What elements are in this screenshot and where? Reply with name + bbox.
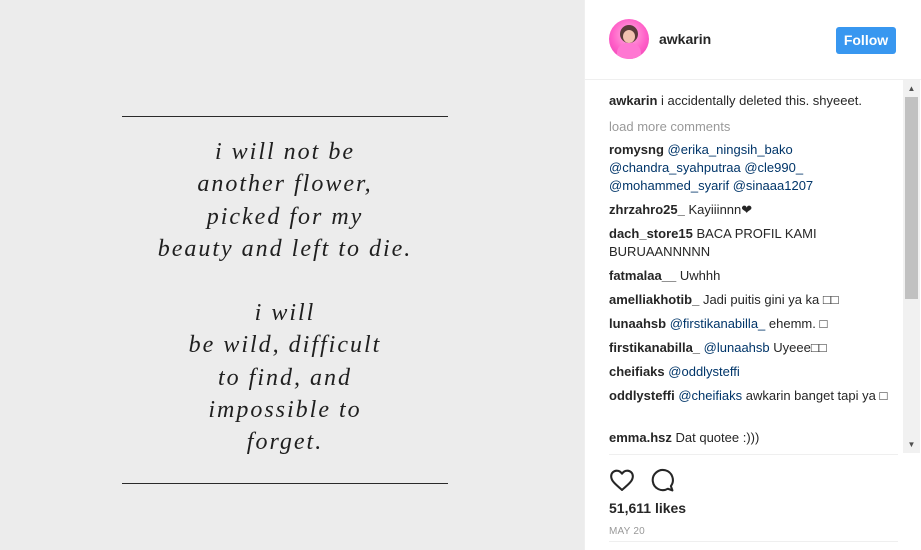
- post-side-panel: awkarin Follow awkarin i accidentally de…: [584, 0, 921, 550]
- quote-line: i will not be: [215, 139, 355, 165]
- quote-line: another flower,: [197, 171, 373, 198]
- stanza-gap: [100, 265, 470, 297]
- comment-item: romysng @erika_ningsih_bako @chandra_sya…: [609, 141, 897, 195]
- comment-item: emma.hsz Dat quotee :))): [609, 429, 897, 447]
- comment-text: awkarin banget tapi ya □: [745, 388, 888, 403]
- comment-item: fatmalaa__ Uwhhh: [609, 267, 897, 285]
- quote-line: i will: [254, 300, 316, 327]
- avatar-body: [617, 43, 641, 59]
- arrow-down-icon[interactable]: ▼: [903, 436, 920, 453]
- comment-username[interactable]: cheifiaks: [609, 364, 665, 379]
- comment-mention[interactable]: @oddlysteffi: [668, 364, 740, 379]
- quote-line: picked for my: [206, 203, 364, 230]
- quote-line: beauty and left to die.: [157, 235, 413, 262]
- comment-item: firstikanabilla_ @lunaahsb Uyeee□□: [609, 339, 897, 357]
- quote-text: i will not be another flower, picked for…: [100, 136, 470, 459]
- speech-bubble-icon: [651, 468, 674, 492]
- comment-item: lunaahsb @firstikanabilla_ ehemm. □: [609, 315, 897, 333]
- follow-button[interactable]: Follow: [836, 27, 896, 54]
- quote-top-rule: [122, 116, 448, 117]
- quote-line: to find, and: [217, 364, 352, 391]
- quote-bottom-rule: [122, 483, 448, 484]
- arrow-up-icon[interactable]: ▲: [903, 80, 920, 97]
- comment-text: ehemm. □: [768, 316, 828, 331]
- comment-text: Uwhhh: [679, 268, 721, 283]
- header-username[interactable]: awkarin: [659, 31, 711, 47]
- comment-text: Jadi puitis gini ya ka □□: [702, 292, 839, 307]
- comment-item: amelliakhotib_ Jadi puitis gini ya ka □□: [609, 291, 897, 309]
- quote-line: forget.: [246, 429, 324, 456]
- load-more-comments-link[interactable]: load more comments: [609, 118, 730, 136]
- comment-item: oddlysteffi @cheifiaks awkarin banget ta…: [609, 387, 897, 405]
- comment-mention[interactable]: @cheifiaks: [678, 388, 742, 403]
- comment-item: cheifiaks @oddlysteffi: [609, 363, 897, 381]
- comment-username[interactable]: emma.hsz: [609, 430, 672, 445]
- comment-item: zhrzahro25_ Kayiiinnn❤: [609, 201, 897, 219]
- comments-list[interactable]: awkarin i accidentally deleted this. shy…: [609, 80, 902, 453]
- comment-text: Kayiiinnn❤: [688, 202, 753, 217]
- post-header: awkarin Follow: [585, 0, 921, 80]
- comment-username[interactable]: oddlysteffi: [609, 388, 675, 403]
- avatar[interactable]: [609, 19, 649, 59]
- comment-username[interactable]: dach_store15: [609, 226, 693, 241]
- caption-text: i accidentally deleted this. shyeeet.: [661, 93, 862, 108]
- scrollbar-thumb[interactable]: [905, 97, 918, 299]
- avatar-face: [623, 30, 635, 43]
- post-image[interactable]: i will not be another flower, picked for…: [0, 0, 584, 550]
- like-button[interactable]: [609, 467, 635, 493]
- comment-button[interactable]: [649, 467, 675, 493]
- comment-mention[interactable]: @lunaahsb: [704, 340, 770, 355]
- comment-username[interactable]: zhrzahro25_: [609, 202, 685, 217]
- comment-text: Dat quotee :))): [675, 430, 760, 445]
- comments-scrollbar[interactable]: ▲ ▼: [903, 80, 920, 453]
- heart-icon: [610, 469, 634, 491]
- comment-username[interactable]: firstikanabilla_: [609, 340, 700, 355]
- post-date: MAY 20: [609, 526, 645, 537]
- likes-count[interactable]: 51,611 likes: [609, 500, 686, 516]
- comment-username[interactable]: romysng: [609, 142, 664, 157]
- comment-username[interactable]: amelliakhotib_: [609, 292, 699, 307]
- caption: awkarin i accidentally deleted this. shy…: [609, 92, 897, 110]
- divider: [609, 541, 898, 542]
- comment-mention[interactable]: @firstikanabilla_: [670, 316, 766, 331]
- comment-item: dach_store15 BACA PROFIL KAMI BURUAANNNN…: [609, 225, 897, 261]
- comment-text: Uyeee□□: [773, 340, 827, 355]
- comment-username[interactable]: fatmalaa__: [609, 268, 676, 283]
- caption-username[interactable]: awkarin: [609, 93, 657, 108]
- post-actions: 51,611 likes MAY 20: [609, 454, 898, 550]
- quote-line: impossible to: [208, 397, 362, 424]
- comment-username[interactable]: lunaahsb: [609, 316, 666, 331]
- quote-line: be wild, difficult: [188, 332, 382, 359]
